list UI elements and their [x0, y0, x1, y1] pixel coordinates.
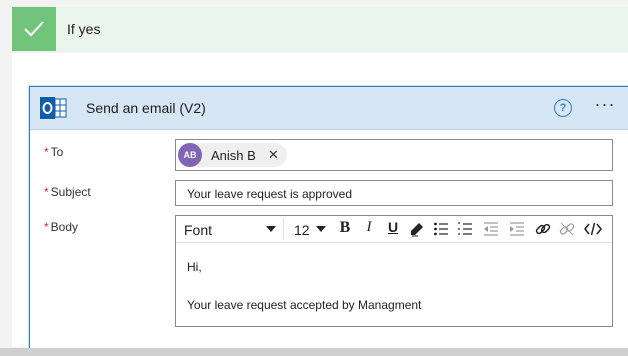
help-icon[interactable]: ?	[554, 99, 572, 117]
horizontal-scrollbar[interactable]	[0, 348, 628, 356]
flow-designer-canvas: If yes Send an email (V2) ? ··· * To AB …	[0, 0, 628, 356]
subject-label: * Subject	[44, 185, 91, 199]
to-field[interactable]: AB Anish B ✕	[175, 139, 613, 171]
font-size-value: 12	[294, 222, 310, 238]
subject-input[interactable]: Your leave request is approved	[175, 180, 613, 206]
to-label: * To	[44, 145, 63, 159]
body-label-text: Body	[50, 220, 79, 234]
recipient-chip[interactable]: AB Anish B ✕	[178, 143, 287, 167]
unlink-icon[interactable]	[557, 219, 577, 239]
increase-indent-icon[interactable]	[507, 219, 527, 239]
font-family-dropdown[interactable]: Font	[176, 218, 284, 240]
bullet-list-icon[interactable]	[431, 219, 451, 239]
send-email-action-card: Send an email (V2) ? ··· * To AB Anish B …	[29, 86, 628, 356]
checkmark-icon	[12, 7, 56, 51]
body-label: * Body	[44, 220, 78, 234]
body-line: Your leave request accepted by Managment	[187, 298, 422, 312]
italic-button[interactable]: I	[359, 219, 379, 239]
font-size-dropdown[interactable]: 12	[292, 218, 330, 240]
recipient-name: Anish B	[211, 147, 256, 163]
body-line: Hi,	[187, 260, 202, 274]
avatar: AB	[178, 143, 202, 167]
required-marker: *	[44, 220, 49, 234]
underline-button[interactable]: U	[383, 219, 403, 239]
outlook-icon	[39, 96, 67, 120]
numbered-list-icon[interactable]	[455, 219, 475, 239]
chevron-down-icon	[266, 226, 276, 232]
highlight-pen-icon[interactable]	[407, 219, 427, 239]
subject-label-text: Subject	[50, 185, 91, 199]
bold-button[interactable]: B	[335, 219, 355, 239]
action-header[interactable]: Send an email (V2) ? ···	[30, 87, 628, 130]
branch-label: If yes	[67, 21, 101, 37]
rich-text-toolbar: Font 12 B I U	[176, 216, 612, 243]
divider	[12, 51, 628, 53]
chevron-down-icon	[316, 226, 326, 232]
to-label-text: To	[50, 145, 64, 159]
font-family-value: Font	[184, 222, 213, 238]
link-icon[interactable]	[533, 219, 553, 239]
branch-header[interactable]: If yes	[12, 7, 628, 51]
body-editor[interactable]: Font 12 B I U Hi, Your leave request acc…	[175, 215, 613, 327]
action-title: Send an email (V2)	[86, 100, 206, 116]
more-options-icon[interactable]: ···	[592, 95, 618, 117]
code-view-icon[interactable]	[582, 219, 602, 239]
required-marker: *	[44, 145, 49, 159]
required-marker: *	[44, 185, 49, 199]
close-icon[interactable]: ✕	[268, 147, 279, 163]
decrease-indent-icon[interactable]	[481, 219, 501, 239]
